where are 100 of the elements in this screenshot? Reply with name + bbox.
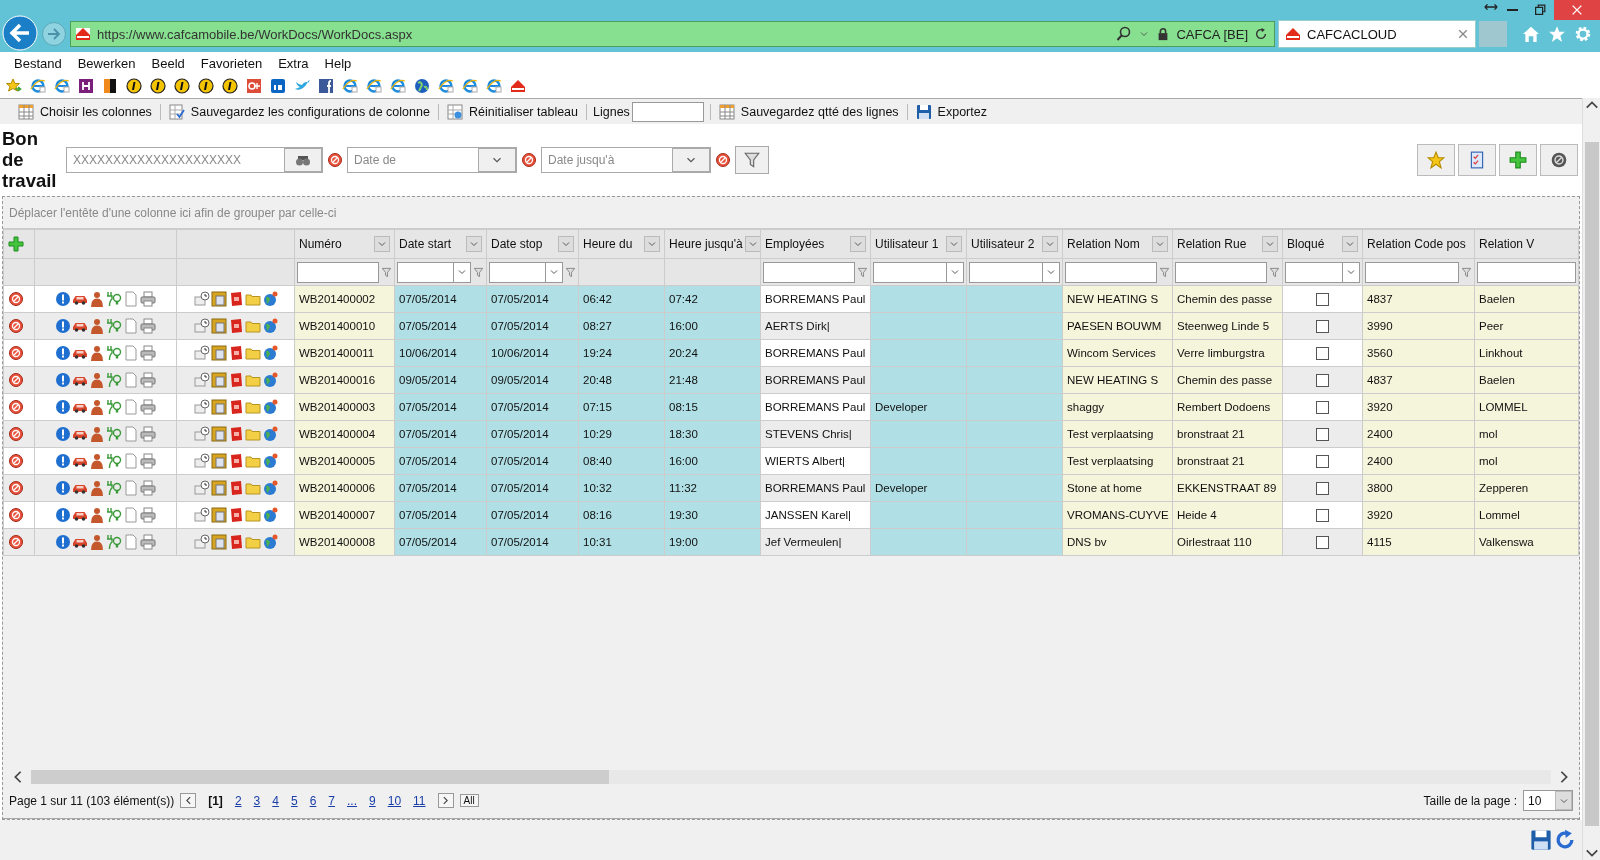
plug-bulb-icon[interactable]: [106, 507, 122, 523]
search-field[interactable]: XXXXXXXXXXXXXXXXXXXXX: [71, 152, 284, 168]
info-icon[interactable]: [55, 507, 71, 523]
date-field[interactable]: Date jusqu'à: [541, 147, 711, 173]
plug-bulb-icon[interactable]: [106, 372, 122, 388]
clock-note-icon[interactable]: [193, 399, 210, 415]
filter-button[interactable]: [735, 146, 769, 174]
page-link[interactable]: [1]: [202, 793, 229, 808]
printer-icon[interactable]: [140, 426, 156, 442]
clear-icon[interactable]: [327, 152, 343, 168]
checkbox[interactable]: [1316, 319, 1329, 333]
info-icon[interactable]: [55, 318, 71, 334]
document-icon[interactable]: [123, 345, 139, 361]
page-link[interactable]: 11: [407, 793, 432, 808]
clock-note-icon[interactable]: [193, 291, 210, 307]
bookmark-icon[interactable]: [126, 78, 142, 94]
checkbox[interactable]: [1316, 454, 1329, 468]
column-header[interactable]: Relation Rue: [1172, 229, 1283, 259]
dropdown-button[interactable]: [672, 148, 710, 172]
menu-item[interactable]: Beeld: [143, 55, 193, 71]
clock-note-icon[interactable]: [193, 480, 210, 496]
printer-icon[interactable]: [140, 453, 156, 469]
document-icon[interactable]: [123, 372, 139, 388]
folder-icon[interactable]: [244, 507, 261, 523]
clock-note-icon[interactable]: [193, 534, 210, 550]
box-icon[interactable]: [210, 399, 227, 415]
bookmark-icon[interactable]: [174, 78, 190, 94]
delete-icon[interactable]: [8, 453, 24, 469]
globe-icon[interactable]: [261, 318, 278, 334]
printer-icon[interactable]: [140, 480, 156, 496]
document-icon[interactable]: [123, 534, 139, 550]
toolbar-button[interactable]: Choisir les colonnes: [10, 103, 160, 120]
bookmark-icon[interactable]: [78, 78, 94, 94]
globe-icon[interactable]: [261, 291, 278, 307]
checkbox[interactable]: [1316, 508, 1329, 522]
menu-item[interactable]: Bestand: [6, 55, 70, 71]
clear-icon[interactable]: [715, 152, 731, 168]
person-icon[interactable]: [89, 318, 105, 334]
filter-field[interactable]: [763, 261, 855, 283]
folder-icon[interactable]: [244, 399, 261, 415]
globe-icon[interactable]: [261, 453, 278, 469]
info-icon[interactable]: [55, 426, 71, 442]
refresh-icon[interactable]: [1554, 829, 1576, 851]
clock-note-icon[interactable]: [193, 318, 210, 334]
site-identity[interactable]: CAFCA [BE]: [1176, 26, 1248, 42]
plug-bulb-icon[interactable]: [106, 426, 122, 442]
box-icon[interactable]: [210, 480, 227, 496]
box-icon[interactable]: [210, 318, 227, 334]
browser-tab[interactable]: CAFCACLOUD: [1278, 20, 1476, 48]
globe-icon[interactable]: [261, 399, 278, 415]
next-page-button[interactable]: [437, 793, 454, 808]
box-icon[interactable]: [210, 345, 227, 361]
filter-dropdown[interactable]: [969, 261, 1060, 283]
printer-icon[interactable]: [140, 318, 156, 334]
folder-icon[interactable]: [244, 291, 261, 307]
column-menu-button[interactable]: [1152, 236, 1168, 252]
column-header[interactable]: Utilisateur 2: [966, 229, 1063, 259]
filter-dropdown[interactable]: [397, 261, 471, 283]
search-button[interactable]: [284, 148, 322, 172]
star-icon[interactable]: [1548, 25, 1566, 43]
folder-icon[interactable]: [244, 345, 261, 361]
column-menu-button[interactable]: [1262, 236, 1278, 252]
checklist-button[interactable]: [1458, 144, 1496, 176]
printer-icon[interactable]: [140, 372, 156, 388]
delete-icon[interactable]: [8, 291, 24, 307]
filter-icon[interactable]: [473, 266, 484, 278]
date-field[interactable]: Date jusqu'à: [546, 152, 672, 168]
plug-bulb-icon[interactable]: [106, 480, 122, 496]
checkbox[interactable]: [1316, 400, 1329, 414]
printer-icon[interactable]: [140, 345, 156, 361]
add-icon[interactable]: [8, 236, 24, 252]
globe-icon[interactable]: [261, 480, 278, 496]
menu-item[interactable]: Favorieten: [192, 55, 271, 71]
search-icon[interactable]: [1116, 26, 1133, 42]
column-header[interactable]: Utilisateur 1: [870, 229, 967, 259]
column-header[interactable]: Date start: [394, 229, 487, 259]
checkbox[interactable]: [1316, 535, 1329, 549]
filter-dropdown[interactable]: [1285, 261, 1360, 283]
globe-icon[interactable]: [261, 372, 278, 388]
delete-icon[interactable]: [8, 318, 24, 334]
document-icon[interactable]: [123, 453, 139, 469]
column-header[interactable]: Heure du: [578, 229, 665, 259]
plug-bulb-icon[interactable]: [106, 534, 122, 550]
menu-item[interactable]: Help: [316, 55, 360, 71]
filter-dropdown[interactable]: [489, 261, 563, 283]
plug-bulb-icon[interactable]: [106, 291, 122, 307]
column-menu-button[interactable]: [1342, 236, 1358, 252]
toolbar-button[interactable]: Réinitialiser tableau: [438, 103, 586, 120]
column-menu-button[interactable]: [946, 236, 962, 252]
delete-icon[interactable]: [8, 507, 24, 523]
column-menu-button[interactable]: [744, 236, 760, 252]
filter-field[interactable]: [1477, 261, 1576, 283]
dropdown-button[interactable]: [478, 148, 516, 172]
clock-note-icon[interactable]: [193, 372, 210, 388]
page-link[interactable]: 9: [363, 793, 382, 808]
info-icon[interactable]: [55, 480, 71, 496]
page-link[interactable]: 3: [247, 793, 267, 808]
menu-item[interactable]: Extra: [270, 55, 317, 71]
favorite-button[interactable]: [1417, 144, 1455, 176]
person-icon[interactable]: [89, 453, 105, 469]
